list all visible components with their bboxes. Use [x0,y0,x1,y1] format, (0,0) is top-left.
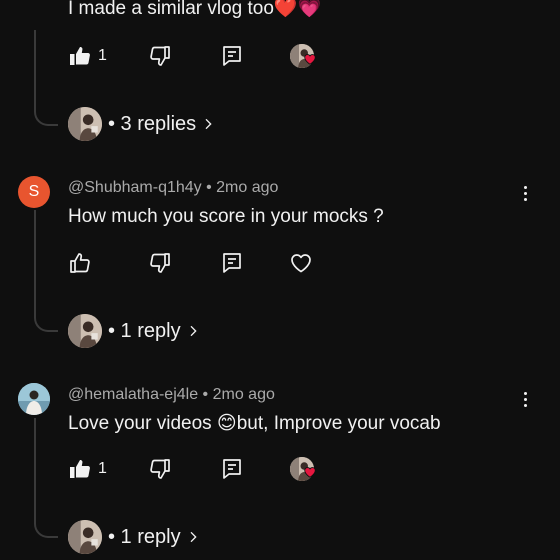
user-avatar[interactable] [18,383,50,415]
thumbs-down-icon [148,44,172,68]
reply-button[interactable] [220,44,244,68]
dislike-button[interactable] [148,457,172,481]
replies-count: • 1 reply [108,525,181,548]
thumbs-up-icon [68,44,92,68]
chevron-right-icon [200,116,216,132]
reply-button[interactable] [220,457,244,481]
comment-time: • 2mo ago [206,179,279,196]
creator-heart-icon [303,465,317,484]
creator-avatar [68,107,102,141]
like-count: 1 [98,47,107,64]
replies-count: • 3 replies [108,112,197,135]
more-vert-icon [523,186,527,189]
creator-heart-icon [303,52,317,71]
view-replies-button[interactable]: • 1 reply [68,520,201,554]
thread-connector [34,418,58,538]
like-button[interactable]: 1 [68,457,107,481]
creator-heart-badge [290,457,314,481]
view-replies-button[interactable]: • 1 reply [68,314,201,348]
like-count: 1 [98,460,107,477]
thumbs-up-icon [68,251,92,275]
more-options-button[interactable] [522,186,528,201]
heart-emoji: ❤️💗 [273,0,322,19]
creator-avatar [68,314,102,348]
more-vert-icon [523,392,527,395]
heart-button[interactable] [289,251,313,275]
creator-avatar [68,520,102,554]
comment-text: I made a similar vlog too❤️💗 [68,0,322,19]
thumbs-down-icon [148,457,172,481]
avatar-letter: S [28,183,40,200]
comment-text: How much you score in your mocks ? [68,206,384,227]
thumbs-down-icon [148,251,172,275]
user-avatar[interactable]: S [18,176,50,208]
reply-comment-icon [220,251,244,275]
view-replies-button[interactable]: • 3 replies [68,107,216,141]
thumbs-up-icon [68,457,92,481]
thread-connector [34,30,58,126]
like-button[interactable]: 1 [68,44,107,68]
reply-comment-icon [220,44,244,68]
comment-text: Love your videos 😊but, Improve your voca… [68,413,441,434]
comment-time: • 2mo ago [202,386,275,403]
comment-author[interactable]: @Shubham-q1h4y [68,179,202,196]
chevron-right-icon [185,529,201,545]
comment-author[interactable]: @hemalatha-ej4le [68,386,198,403]
like-button[interactable] [68,251,92,275]
reply-button[interactable] [220,251,244,275]
replies-count: • 1 reply [108,319,181,342]
chevron-right-icon [185,323,201,339]
comment-meta: @hemalatha-ej4le • 2mo ago [68,386,275,404]
reply-comment-icon [220,457,244,481]
dislike-button[interactable] [148,44,172,68]
thread-connector [34,210,58,332]
comment-meta: @Shubham-q1h4y • 2mo ago [68,179,278,197]
more-options-button[interactable] [522,392,528,407]
creator-heart-badge [290,44,314,68]
dislike-button[interactable] [148,251,172,275]
heart-outline-icon [289,251,313,275]
